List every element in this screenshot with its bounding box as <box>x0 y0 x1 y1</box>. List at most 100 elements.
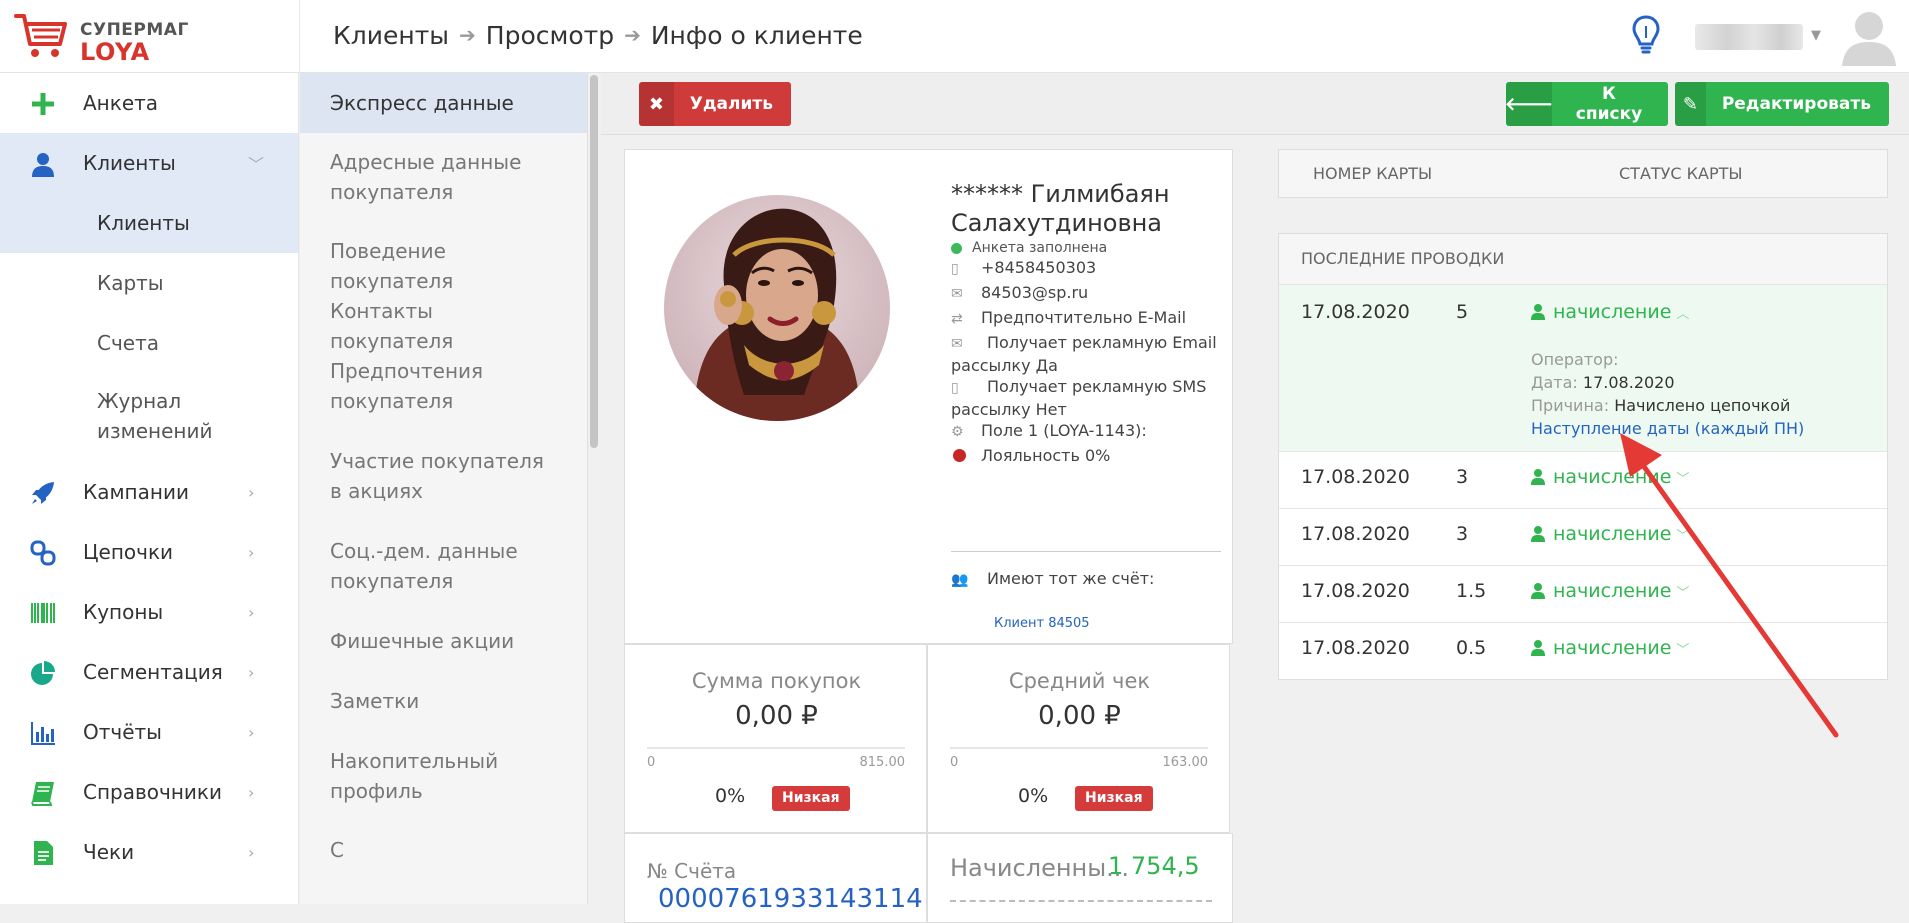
users-icon: 👥 <box>951 572 969 588</box>
sidebar-item-coupons[interactable]: Купоны › <box>0 582 298 642</box>
transaction-type-toggle[interactable]: начисление ﹀ <box>1531 466 1689 488</box>
sidebar-subitem-cards[interactable]: Карты <box>0 253 298 313</box>
accrued-label: Начисленны... <box>950 854 1130 882</box>
reason-line: Причина: Начислено цепочкой Наступление … <box>1531 394 1871 440</box>
contact-preference-value: Предпочтительно E-Mail <box>981 308 1187 327</box>
section-tab-label: Соц.-дем. данные покупателя <box>330 539 518 593</box>
transaction-row[interactable]: 17.08.2020 5 начисление ︿ Оператор: Дата… <box>1279 285 1887 452</box>
shared-account-row: 👥 Имеют тот же счёт: <box>951 567 1221 590</box>
sidebar-item-references[interactable]: Справочники › <box>0 762 298 822</box>
column-header-card-number[interactable]: НОМЕР КАРТЫ <box>1313 164 1432 183</box>
section-tab-more[interactable]: С <box>300 823 587 883</box>
breadcrumb-item-view[interactable]: Просмотр <box>486 21 614 50</box>
transaction-type-toggle[interactable]: начисление ︿ <box>1531 301 1689 323</box>
transaction-type-toggle[interactable]: начисление ﹀ <box>1531 523 1689 545</box>
arrow-right-icon: ➔ <box>624 23 641 47</box>
chevron-down-icon: ﹀ <box>1676 642 1690 658</box>
transaction-row[interactable]: 17.08.2020 0.5 начисление ﹀ <box>1279 623 1887 680</box>
user-avatar-icon[interactable] <box>1840 6 1898 66</box>
panel-title: ПОСЛЕДНИЕ ПРОВОДКИ <box>1301 249 1505 268</box>
chevron-right-icon: › <box>248 482 255 502</box>
progress-bar <box>647 747 905 749</box>
client-photo <box>664 195 890 421</box>
progress-max: 815.00 <box>859 755 906 770</box>
section-tab-chip-promotions[interactable]: Фишечные акции <box>300 613 587 673</box>
user-menu[interactable]: ▼ <box>1695 22 1825 50</box>
sidebar-subitem-changelog[interactable]: Журнал изменений <box>0 373 298 463</box>
scrollbar[interactable] <box>588 73 600 904</box>
sidebar-item-reports[interactable]: Отчёты › <box>0 702 298 762</box>
section-tab-sociodemographic[interactable]: Соц.-дем. данные покупателя <box>300 523 587 613</box>
date-line: Дата: 17.08.2020 <box>1531 371 1871 394</box>
sidebar-item-survey[interactable]: Анкета <box>0 73 298 133</box>
section-tab-notes[interactable]: Заметки <box>300 673 587 733</box>
user-icon <box>1531 526 1545 542</box>
transaction-date: 17.08.2020 <box>1301 637 1410 659</box>
scrollbar-thumb[interactable] <box>590 75 598 448</box>
section-tab-label: Фишечные акции <box>330 629 515 653</box>
transaction-type-toggle[interactable]: начисление ﹀ <box>1531 580 1689 602</box>
edit-button[interactable]: ✎ Редактировать <box>1675 82 1889 126</box>
section-tab-promotions[interactable]: Участие покупателя в акциях <box>300 433 587 523</box>
section-tab-label: Предпочтения покупателя <box>330 359 484 413</box>
back-to-list-button[interactable]: 🡐 К списку <box>1505 82 1668 126</box>
sidebar-subitem-label: Клиенты <box>97 211 190 235</box>
chain-link[interactable]: Наступление даты (каждый ПН) <box>1531 419 1804 438</box>
survey-status-text: Анкета заполнена <box>972 240 1108 256</box>
transaction-row[interactable]: 17.08.2020 3 начисление ﹀ <box>1279 509 1887 566</box>
section-tab-label: Заметки <box>330 689 420 713</box>
transaction-row[interactable]: 17.08.2020 3 начисление ﹀ <box>1279 452 1887 509</box>
logo[interactable]: СУПЕРМАГ LOYA <box>14 10 294 66</box>
sidebar: Анкета Клиенты ﹀ Клиенты Карты Счета Жур… <box>0 73 299 904</box>
back-to-list-label: К списку <box>1575 84 1643 124</box>
sidebar-item-receipts[interactable]: Чеки › <box>0 822 298 882</box>
loyalty-value: Лояльность 0% <box>981 446 1111 465</box>
stat-value: 0,00 ₽ <box>735 701 818 731</box>
sidebar-subitem-clients[interactable]: Клиенты <box>0 193 298 253</box>
sidebar-item-segmentation[interactable]: Сегментация › <box>0 642 298 702</box>
section-tab-label: С <box>330 838 344 862</box>
account-number-link[interactable]: 0000761933143114 <box>658 884 923 914</box>
transaction-row[interactable]: 17.08.2020 1.5 начисление ﹀ <box>1279 566 1887 623</box>
lightbulb-icon[interactable] <box>1630 14 1662 56</box>
section-tab-contacts[interactable]: Контакты покупателя <box>300 283 587 353</box>
sidebar-item-chains[interactable]: Цепочки › <box>0 522 298 582</box>
envelope-icon: ✉ <box>951 286 963 302</box>
transaction-type-toggle[interactable]: начисление ﹀ <box>1531 637 1689 659</box>
section-tab-express-data[interactable]: Экспресс данные <box>300 73 587 133</box>
sidebar-item-campaigns[interactable]: Кампании › <box>0 462 298 522</box>
sidebar-subitem-label: Карты <box>97 271 164 295</box>
chevron-down-icon: ﹀ <box>248 155 265 174</box>
divider <box>950 900 1212 902</box>
section-tab-behavior[interactable]: Поведение покупателя <box>300 223 587 293</box>
sidebar-subitem-label: Журнал изменений <box>97 389 213 443</box>
stat-title: Средний чек <box>1008 669 1151 693</box>
stat-title: Сумма покупок <box>691 669 862 693</box>
sidebar-item-label: Сегментация <box>83 660 223 684</box>
section-tab-preferences[interactable]: Предпочтения покупателя <box>300 343 587 433</box>
transaction-amount: 0.5 <box>1456 637 1487 659</box>
section-tab-address-data[interactable]: Адресные данные покупателя <box>300 133 587 223</box>
breadcrumb-item-clients[interactable]: Клиенты <box>333 21 449 50</box>
section-tab-label: Экспресс данные <box>330 91 514 115</box>
level-badge: Низкая <box>772 786 850 811</box>
arrow-right-icon: ➔ <box>459 23 476 47</box>
transaction-type: начисление <box>1553 637 1672 659</box>
sidebar-subitem-accounts[interactable]: Счета <box>0 313 298 373</box>
operator-line: Оператор: <box>1531 348 1871 371</box>
shared-account-title: Имеют тот же счёт: <box>987 569 1155 588</box>
level-badge: Низкая <box>1075 786 1153 811</box>
stat-value: 0,00 ₽ <box>1038 701 1121 731</box>
column-header-card-status[interactable]: СТАТУС КАРТЫ <box>1619 164 1743 183</box>
transaction-amount: 3 <box>1456 523 1469 545</box>
last-transactions-panel: ПОСЛЕДНИЕ ПРОВОДКИ 17.08.2020 5 начислен… <box>1278 233 1888 680</box>
sidebar-item-label: Отчёты <box>83 720 162 744</box>
sidebar-item-clients[interactable]: Клиенты ﹀ <box>0 133 298 193</box>
account-card: № Счёта 0000761933143114 <box>624 833 927 923</box>
progress-min: 0 <box>950 755 959 770</box>
breadcrumb: Клиенты ➔ Просмотр ➔ Инфо о клиенте <box>333 18 863 52</box>
delete-button[interactable]: ✖ Удалить <box>639 82 791 126</box>
section-tab-cumulative-profile[interactable]: Накопительный профиль <box>300 733 587 823</box>
shared-client-link[interactable]: Клиент 84505 <box>994 616 1090 631</box>
toolbar: ✖ Удалить 🡐 К списку ✎ Редактировать <box>601 73 1909 135</box>
